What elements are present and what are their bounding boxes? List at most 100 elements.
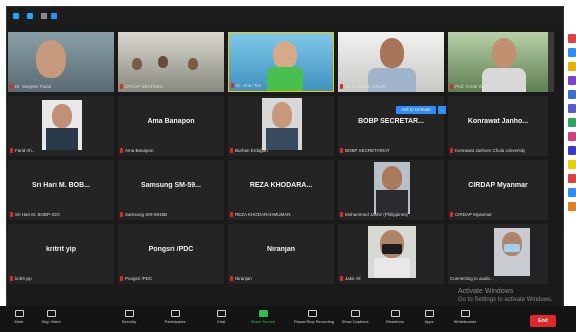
app-icon[interactable] xyxy=(568,146,576,155)
pause-stop-recording-button[interactable]: Pause/Stop Recording xyxy=(294,308,334,324)
captions-label: Show Captions xyxy=(341,319,369,324)
captions-icon xyxy=(350,310,360,317)
muted-mic-icon xyxy=(450,212,453,217)
participant-tile[interactable]: BOBP SECRETAR... BOBP SECRETARIAT xyxy=(338,96,444,156)
participant-tile[interactable]: Connecting to audio... xyxy=(448,224,548,284)
mute-label: Mute xyxy=(14,319,24,324)
app-icon[interactable] xyxy=(568,34,576,43)
participant-display-name: BOBP SECRETAR... xyxy=(358,118,424,125)
apps-grid-icon xyxy=(424,310,434,317)
muted-mic-icon xyxy=(450,148,453,153)
muted-mic-icon xyxy=(340,84,343,89)
app-icon[interactable] xyxy=(568,188,576,197)
participant-tile[interactable]: Sri Hari M. BOB... Sri Hari M. BOBP-IGO xyxy=(8,160,114,220)
participants-label: Participants xyxy=(164,319,186,324)
participant-name-label: Pongsri /PDC xyxy=(120,275,152,282)
participants-button[interactable]: Participants xyxy=(160,308,190,324)
app-icon[interactable] xyxy=(568,174,576,183)
participant-name-label: Ama Banapon xyxy=(120,147,154,154)
participant-display-name: Sri Hari M. BOB... xyxy=(32,182,90,189)
participant-face xyxy=(492,38,516,68)
participant-tile[interactable]: CFCAP-SEAFDEC xyxy=(118,32,224,92)
participant-tile[interactable]: Dr. Sanjeev Tiwari xyxy=(8,32,114,92)
pause-icon xyxy=(307,310,317,317)
mute-button[interactable]: Mute xyxy=(4,308,34,324)
participant-display-name: REZA KHODARA... xyxy=(249,182,313,189)
muted-mic-icon xyxy=(10,84,13,89)
recording-icon xyxy=(41,13,47,19)
security-label: Security xyxy=(121,319,137,324)
participant-tile[interactable]: REZA KHODARA... REZA KHODARAHMUMAN xyxy=(228,160,334,220)
show-captions-button[interactable]: Show Captions xyxy=(340,308,370,324)
muted-mic-icon xyxy=(10,148,13,153)
watermark-subtitle: Go to Settings to activate Windows. xyxy=(458,297,553,303)
participant-display-name: Ama Banapon xyxy=(147,118,195,125)
app-icon[interactable] xyxy=(568,76,576,85)
participant-tile[interactable]: Prof. Frank Wong xyxy=(448,32,554,92)
app-icon[interactable] xyxy=(568,62,576,71)
participant-name-label: Dr. S. Kumar Ghosh xyxy=(340,83,385,90)
participant-tile[interactable]: Ama Banapon Ama Banapon xyxy=(118,96,224,156)
app-icon[interactable] xyxy=(568,202,576,211)
face-mask xyxy=(504,244,520,252)
participant-tile-active-speaker[interactable]: Dr. Jean Teo xyxy=(228,32,334,92)
participant-tile[interactable]: Niranjan Niranjan xyxy=(228,224,334,284)
grid-view-icon[interactable] xyxy=(51,13,57,19)
face-mask xyxy=(382,244,402,254)
stop-video-button[interactable]: Stop Video xyxy=(36,308,66,324)
more-options-icon[interactable]: … xyxy=(438,106,446,114)
participant-tile[interactable]: Pongsri /PDC Pongsri /PDC xyxy=(118,224,224,284)
muted-mic-icon xyxy=(120,212,123,217)
participant-display-name: Pongsri /PDC xyxy=(148,246,194,253)
share-screen-icon xyxy=(258,310,268,317)
muted-mic-icon xyxy=(230,276,233,281)
end-meeting-button[interactable]: End xyxy=(530,315,556,327)
whiteboard-icon xyxy=(460,310,470,317)
app-icon[interactable] xyxy=(568,160,576,169)
participant-tile[interactable]: Burhan Erdoğan xyxy=(228,96,334,156)
app-icon[interactable] xyxy=(568,118,576,127)
participant-tile[interactable]: Dr. S. Kumar Ghosh xyxy=(338,32,444,92)
people-icon xyxy=(170,310,180,317)
ask-to-unmute-button[interactable]: Ask to Unmute xyxy=(396,106,436,114)
muted-mic-icon xyxy=(10,276,13,281)
info-icon[interactable] xyxy=(27,13,33,19)
muted-mic-icon xyxy=(230,148,233,153)
participant-shirt xyxy=(266,128,298,150)
participant-tile[interactable]: Mohammed Jashir (Philippines) xyxy=(338,160,444,220)
watermark-title: Activate Windows xyxy=(458,288,514,295)
participant-tile[interactable]: Konrawat Janho... Konrawat Janhom Chula … xyxy=(448,96,548,156)
chat-button[interactable]: Chat xyxy=(206,308,236,324)
participant-face xyxy=(132,58,142,70)
participant-display-name: kritrit yip xyxy=(46,246,76,253)
shield-icon xyxy=(124,310,134,317)
security-button[interactable]: Security xyxy=(114,308,144,324)
shield-icon[interactable] xyxy=(13,13,19,19)
participant-tile[interactable]: CIRDAP Myanmar CIRDAP Myanmar xyxy=(448,160,548,220)
chat-bubble-icon xyxy=(216,310,226,317)
taskbar-app-icons xyxy=(568,34,576,224)
share-screen-button[interactable]: Share Screen xyxy=(248,308,278,324)
participant-tile[interactable]: Jakir Ali xyxy=(338,224,444,284)
app-icon[interactable] xyxy=(568,48,576,57)
app-icon[interactable] xyxy=(568,104,576,113)
meeting-top-bar xyxy=(7,7,563,27)
participant-tile[interactable]: Farid Ah... xyxy=(8,96,114,156)
whiteboards-button[interactable]: Whiteboards xyxy=(450,308,480,324)
participant-tile[interactable]: Samsung SM-59... Samsung SM-S918B xyxy=(118,160,224,220)
participant-face xyxy=(158,56,168,68)
participant-name-label: REZA KHODARAHMUMAN xyxy=(230,211,291,218)
app-icon[interactable] xyxy=(568,132,576,141)
participant-name-label: Burhan Erdoğan xyxy=(230,147,268,154)
participant-tile[interactable]: kritrit yip kritrit yip xyxy=(8,224,114,284)
participant-shirt xyxy=(46,128,78,150)
participant-name-label: kritrit yip xyxy=(10,275,32,282)
participant-face xyxy=(36,40,66,78)
muted-mic-icon xyxy=(10,212,13,217)
app-icon[interactable] xyxy=(568,90,576,99)
muted-mic-icon xyxy=(340,148,343,153)
participant-name-label: Niranjan xyxy=(230,275,252,282)
participant-face xyxy=(52,104,72,128)
reactions-button[interactable]: Reactions xyxy=(380,308,410,324)
apps-button[interactable]: Apps xyxy=(414,308,444,324)
